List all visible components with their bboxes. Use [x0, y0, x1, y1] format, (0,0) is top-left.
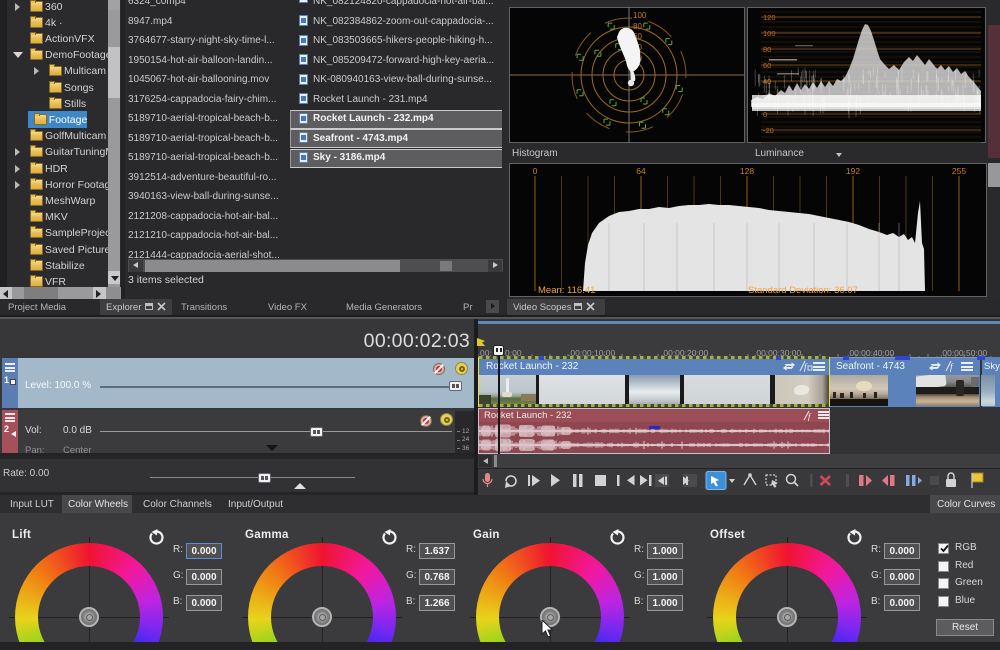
svg-text:120: 120 [763, 13, 776, 22]
svg-text:100: 100 [763, 29, 776, 38]
svg-text:Standard Deviation: 36.07: Standard Deviation: 36.07 [748, 285, 858, 296]
svg-text:f: f [808, 411, 812, 421]
svg-text:192: 192 [846, 166, 860, 176]
svg-text:255: 255 [952, 166, 966, 176]
svg-text:f: f [950, 362, 954, 372]
svg-text:60: 60 [763, 61, 771, 70]
svg-text:0: 0 [763, 110, 767, 119]
svg-text:100: 100 [633, 11, 647, 20]
svg-text:-20: -20 [763, 126, 774, 135]
svg-text:64: 64 [636, 166, 646, 176]
svg-text:0: 0 [533, 166, 538, 176]
svg-text:Mean: 116.41: Mean: 116.41 [538, 285, 595, 296]
svg-text:128: 128 [740, 166, 754, 176]
svg-text:f: f [804, 362, 808, 372]
svg-text:80: 80 [763, 45, 771, 54]
svg-text:80: 80 [633, 22, 642, 31]
